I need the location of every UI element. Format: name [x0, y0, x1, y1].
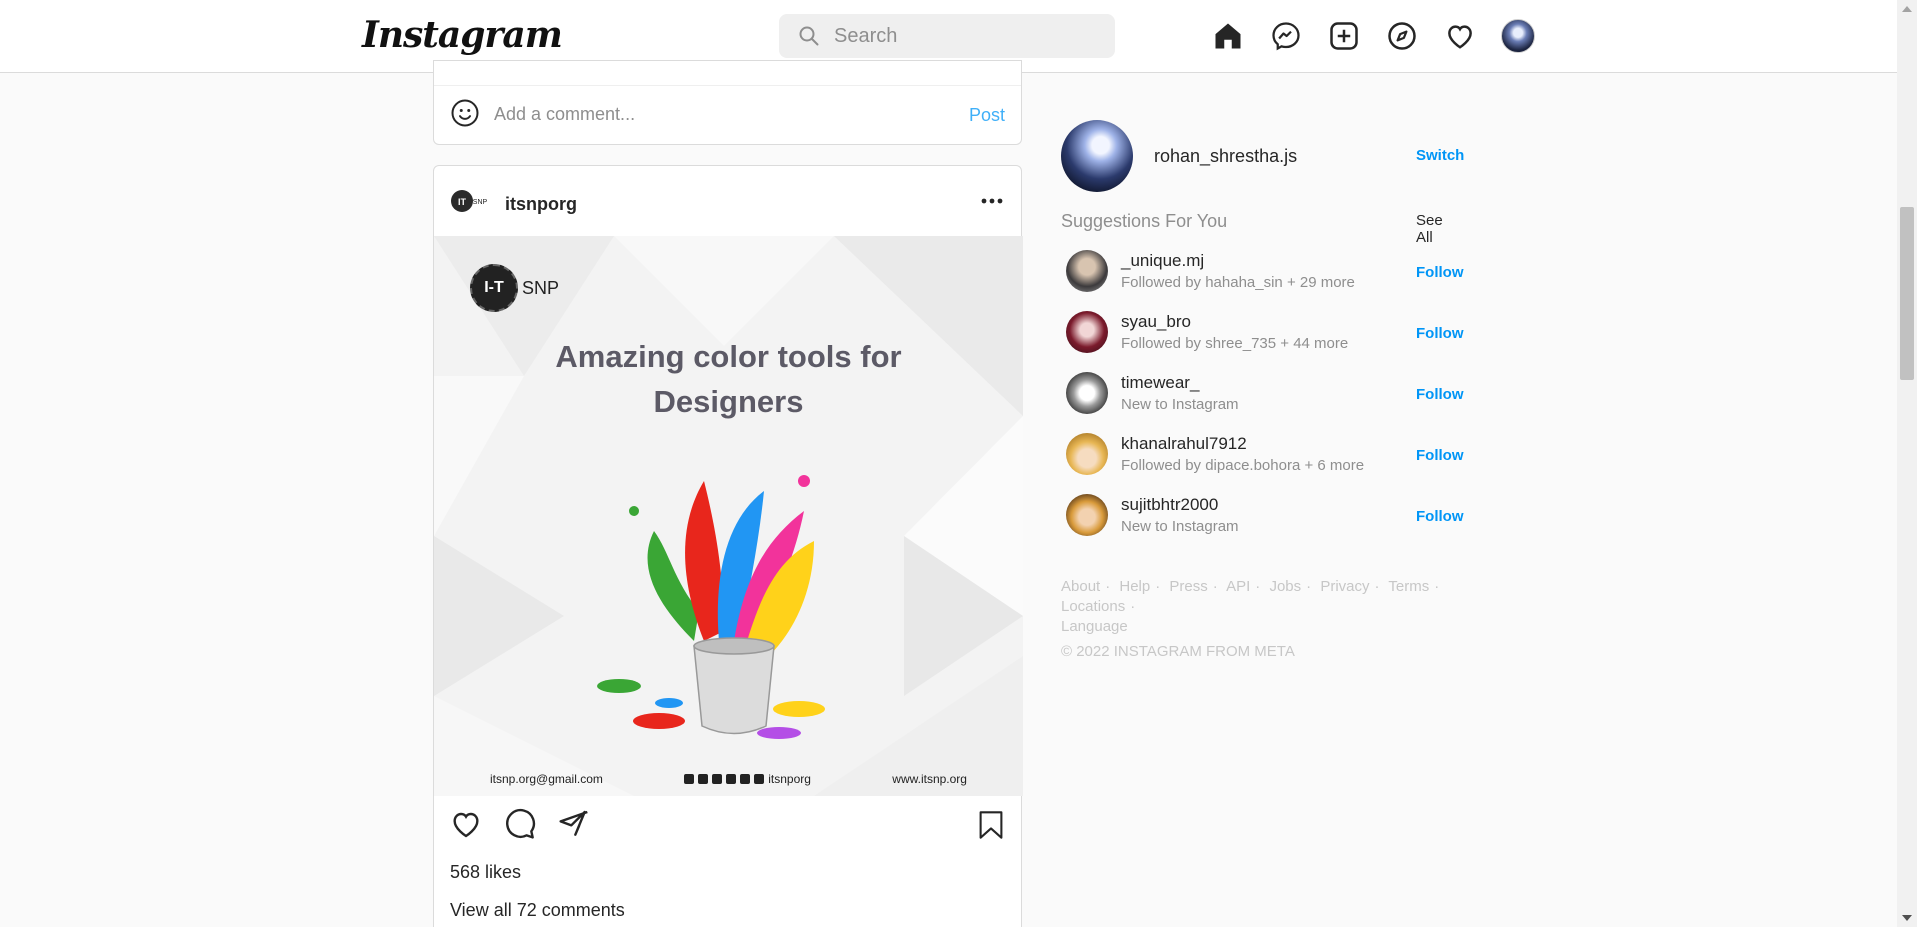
suggestion-subtitle: Followed by hahaha_sin + 29 more — [1121, 274, 1355, 291]
scroll-up-arrow[interactable] — [1902, 6, 1912, 12]
feed-post: IT SNP itsnporg I-T SNP Amazing color too… — [433, 165, 1023, 927]
image-footer: itsnp.org@gmail.com itsnporg www.itsnp.o… — [434, 772, 1023, 786]
messenger-icon[interactable] — [1268, 18, 1304, 54]
suggestions-list: _unique.mj Followed by hahaha_sin + 29 m… — [1061, 248, 1464, 553]
home-icon[interactable] — [1210, 18, 1246, 54]
more-options-icon[interactable] — [981, 198, 1003, 204]
new-post-icon[interactable] — [1326, 18, 1362, 54]
comment-icon[interactable] — [504, 808, 536, 840]
suggestion-row: timewear_ New to Instagram Follow — [1061, 370, 1464, 431]
scroll-thumb[interactable] — [1900, 207, 1914, 380]
bookmark-icon[interactable] — [977, 810, 1005, 840]
suggestion-username[interactable]: timewear_ — [1121, 373, 1199, 393]
instagram-icon — [726, 774, 737, 784]
footer-link-press[interactable]: Press — [1169, 578, 1207, 595]
instagram-logo[interactable]: Instagram — [362, 14, 563, 56]
suggestion-username[interactable]: _unique.mj — [1121, 251, 1204, 271]
headline-line-1: Amazing color tools for — [555, 339, 902, 374]
footer-link-locations[interactable]: Locations — [1061, 598, 1125, 615]
divider — [434, 85, 1021, 86]
suggestion-subtitle: New to Instagram — [1121, 518, 1239, 535]
footer-link-help[interactable]: Help — [1119, 578, 1150, 595]
footer-link-about[interactable]: About — [1061, 578, 1100, 595]
post-image[interactable]: I-T SNP Amazing color tools for Designer… — [434, 236, 1023, 796]
image-headline: Amazing color tools for Designers — [434, 334, 1023, 424]
follow-button[interactable]: Follow — [1416, 386, 1464, 403]
suggestion-subtitle: New to Instagram — [1121, 396, 1239, 413]
nav-icons — [1210, 18, 1536, 54]
previous-post-comment-section: Post — [433, 60, 1022, 145]
suggestion-subtitle: Followed by shree_735 + 44 more — [1121, 335, 1349, 352]
suggestions-title: Suggestions For You — [1061, 211, 1228, 231]
activity-heart-icon[interactable] — [1442, 18, 1478, 54]
view-all-comments-link[interactable]: View all 72 comments — [450, 900, 625, 921]
twitter-icon — [740, 774, 751, 784]
suggestion-subtitle: Followed by dipace.bohora + 6 more — [1121, 457, 1365, 474]
footer-links: About · Help · Press · API · Jobs · Privacy · … — [1061, 578, 1440, 635]
post-header: IT SNP itsnporg — [434, 166, 1021, 236]
explore-icon[interactable] — [1384, 18, 1420, 54]
brand-initials: I-T — [470, 264, 518, 312]
suggestion-avatar[interactable] — [1066, 494, 1108, 536]
follow-button[interactable]: Follow — [1416, 325, 1464, 342]
follow-button[interactable]: Follow — [1416, 447, 1464, 464]
like-count[interactable]: 568 likes — [450, 862, 521, 883]
current-username[interactable]: rohan_shrestha.js — [1154, 146, 1297, 167]
suggestion-username[interactable]: sujitbhtr2000 — [1121, 495, 1218, 515]
suggestion-avatar[interactable] — [1066, 250, 1108, 292]
search-box[interactable] — [779, 14, 1115, 58]
brand-logo: I-T SNP — [470, 264, 559, 312]
facebook-icon — [684, 774, 695, 784]
comment-input[interactable] — [494, 99, 694, 129]
suggestion-row: khanalrahul7912 Followed by dipace.bohor… — [1061, 431, 1464, 492]
image-social-handles: itsnporg — [684, 772, 811, 786]
current-user-avatar[interactable] — [1061, 120, 1133, 192]
current-user: rohan_shrestha.js Switch — [1061, 120, 1464, 192]
emoji-icon[interactable] — [450, 98, 480, 128]
search-input[interactable] — [834, 20, 1094, 52]
footer-link-jobs[interactable]: Jobs — [1269, 578, 1301, 595]
reddit-icon — [754, 774, 765, 784]
scroll-down-arrow[interactable] — [1902, 915, 1912, 921]
copyright: © 2022 INSTAGRAM FROM META — [1061, 643, 1295, 660]
suggestion-row: _unique.mj Followed by hahaha_sin + 29 m… — [1061, 248, 1464, 309]
profile-avatar[interactable] — [1500, 18, 1536, 54]
switch-account-button[interactable]: Switch — [1416, 147, 1464, 164]
svg-text:IT: IT — [458, 197, 467, 207]
suggestion-avatar[interactable] — [1066, 372, 1108, 414]
see-all-button[interactable]: See All — [1416, 212, 1461, 246]
brand-name: SNP — [522, 277, 560, 298]
footer-link-terms[interactable]: Terms — [1388, 578, 1429, 595]
paint-splash-illustration — [597, 475, 825, 739]
youtube-icon — [712, 774, 723, 784]
post-actions — [450, 808, 590, 840]
headline-line-2: Designers — [653, 384, 804, 419]
page-scrollbar[interactable] — [1897, 0, 1917, 927]
discord-icon — [698, 774, 709, 784]
share-icon[interactable] — [558, 808, 590, 840]
svg-text:SNP: SNP — [473, 199, 488, 206]
post-username[interactable]: itsnporg — [505, 194, 577, 215]
suggestion-avatar[interactable] — [1066, 433, 1108, 475]
image-handle: itsnporg — [768, 772, 811, 786]
avatar — [1501, 19, 1535, 53]
search-icon — [799, 26, 819, 46]
image-website: www.itsnp.org — [892, 772, 967, 786]
suggestion-row: syau_bro Followed by shree_735 + 44 more… — [1061, 309, 1464, 370]
like-heart-icon[interactable] — [450, 808, 482, 840]
follow-button[interactable]: Follow — [1416, 508, 1464, 525]
suggestion-row: sujitbhtr2000 New to Instagram Follow — [1061, 492, 1464, 553]
suggestion-username[interactable]: khanalrahul7912 — [1121, 434, 1247, 454]
footer-link-language[interactable]: Language — [1061, 618, 1128, 635]
footer-link-privacy[interactable]: Privacy — [1320, 578, 1369, 595]
footer-link-api[interactable]: API — [1226, 578, 1250, 595]
post-comment-button[interactable]: Post — [969, 105, 1005, 126]
suggestion-avatar[interactable] — [1066, 311, 1108, 353]
suggestion-username[interactable]: syau_bro — [1121, 312, 1191, 332]
follow-button[interactable]: Follow — [1416, 264, 1464, 281]
post-author-avatar[interactable]: IT SNP — [450, 186, 488, 216]
image-email: itsnp.org@gmail.com — [490, 772, 603, 786]
